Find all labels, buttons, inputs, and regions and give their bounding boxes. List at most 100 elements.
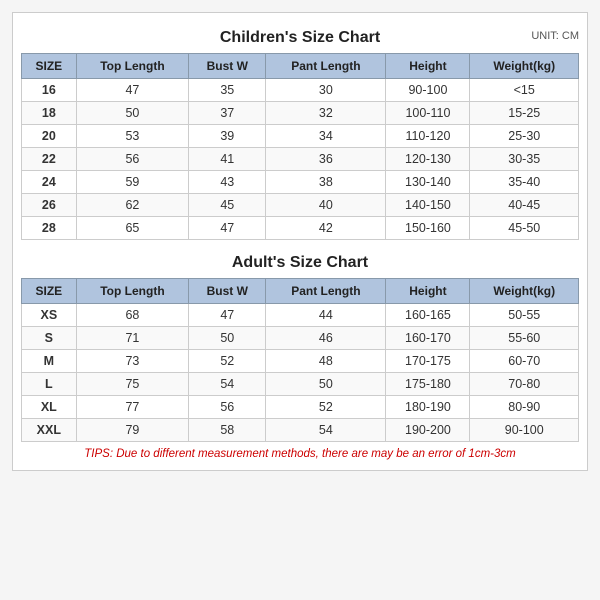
table-cell: 22 [22, 148, 77, 171]
adults-header-bust-w: Bust W [189, 279, 266, 304]
children-header-top-length: Top Length [76, 54, 189, 79]
adults-header-height: Height [386, 279, 470, 304]
table-cell: 110-120 [386, 125, 470, 148]
table-cell: 47 [189, 304, 266, 327]
adults-size-table: SIZE Top Length Bust W Pant Length Heigh… [21, 278, 579, 442]
table-cell: 41 [189, 148, 266, 171]
table-cell: 50 [189, 327, 266, 350]
table-row: XS684744160-16550-55 [22, 304, 579, 327]
table-cell: 150-160 [386, 217, 470, 240]
table-cell: 65 [76, 217, 189, 240]
adults-header-size: SIZE [22, 279, 77, 304]
table-cell: 40-45 [470, 194, 579, 217]
table-cell: 80-90 [470, 396, 579, 419]
table-cell: 60-70 [470, 350, 579, 373]
table-row: XL775652180-19080-90 [22, 396, 579, 419]
children-section-title: Children's Size Chart UNIT: CM [21, 23, 579, 49]
table-cell: XXL [22, 419, 77, 442]
table-cell: 40 [266, 194, 386, 217]
table-cell: <15 [470, 79, 579, 102]
table-cell: 16 [22, 79, 77, 102]
table-cell: 43 [189, 171, 266, 194]
table-cell: M [22, 350, 77, 373]
table-cell: 26 [22, 194, 77, 217]
table-cell: 170-175 [386, 350, 470, 373]
table-cell: 56 [76, 148, 189, 171]
table-cell: 70-80 [470, 373, 579, 396]
children-title-text: Children's Size Chart [220, 29, 380, 46]
table-cell: 30-35 [470, 148, 579, 171]
adults-header-top-length: Top Length [76, 279, 189, 304]
table-cell: 120-130 [386, 148, 470, 171]
chart-container: Children's Size Chart UNIT: CM SIZE Top … [12, 12, 588, 471]
table-cell: 15-25 [470, 102, 579, 125]
table-cell: 54 [266, 419, 386, 442]
table-cell: 79 [76, 419, 189, 442]
table-cell: 52 [266, 396, 386, 419]
table-cell: 24 [22, 171, 77, 194]
table-cell: 25-30 [470, 125, 579, 148]
table-row: 1647353090-100<15 [22, 79, 579, 102]
table-cell: 36 [266, 148, 386, 171]
table-cell: 160-165 [386, 304, 470, 327]
table-cell: 47 [189, 217, 266, 240]
table-cell: 90-100 [470, 419, 579, 442]
adults-title-text: Adult's Size Chart [232, 254, 368, 271]
table-cell: 77 [76, 396, 189, 419]
table-cell: L [22, 373, 77, 396]
table-cell: 75 [76, 373, 189, 396]
table-cell: 130-140 [386, 171, 470, 194]
table-cell: 45 [189, 194, 266, 217]
table-cell: 28 [22, 217, 77, 240]
adults-section-title: Adult's Size Chart [21, 248, 579, 274]
children-header-row: SIZE Top Length Bust W Pant Length Heigh… [22, 54, 579, 79]
table-row: L755450175-18070-80 [22, 373, 579, 396]
table-row: M735248170-17560-70 [22, 350, 579, 373]
table-cell: 90-100 [386, 79, 470, 102]
table-cell: 32 [266, 102, 386, 125]
adults-header-weight: Weight(kg) [470, 279, 579, 304]
children-header-weight: Weight(kg) [470, 54, 579, 79]
table-cell: 175-180 [386, 373, 470, 396]
table-cell: 53 [76, 125, 189, 148]
table-cell: 38 [266, 171, 386, 194]
table-cell: 34 [266, 125, 386, 148]
adults-header-row: SIZE Top Length Bust W Pant Length Heigh… [22, 279, 579, 304]
table-cell: 55-60 [470, 327, 579, 350]
table-cell: 35 [189, 79, 266, 102]
table-row: 26624540140-15040-45 [22, 194, 579, 217]
table-cell: 30 [266, 79, 386, 102]
table-cell: 50 [266, 373, 386, 396]
children-header-height: Height [386, 54, 470, 79]
table-row: XXL795854190-20090-100 [22, 419, 579, 442]
table-cell: 50 [76, 102, 189, 125]
table-cell: 140-150 [386, 194, 470, 217]
table-cell: 54 [189, 373, 266, 396]
table-row: 18503732100-11015-25 [22, 102, 579, 125]
children-header-bust-w: Bust W [189, 54, 266, 79]
table-cell: 62 [76, 194, 189, 217]
adults-header-pant-length: Pant Length [266, 279, 386, 304]
children-size-table: SIZE Top Length Bust W Pant Length Heigh… [21, 53, 579, 240]
table-cell: 35-40 [470, 171, 579, 194]
table-row: 24594338130-14035-40 [22, 171, 579, 194]
table-cell: 47 [76, 79, 189, 102]
table-cell: 52 [189, 350, 266, 373]
table-cell: 68 [76, 304, 189, 327]
children-unit-label: UNIT: CM [531, 30, 579, 42]
table-cell: 48 [266, 350, 386, 373]
table-cell: 71 [76, 327, 189, 350]
table-cell: 180-190 [386, 396, 470, 419]
table-cell: 44 [266, 304, 386, 327]
table-cell: S [22, 327, 77, 350]
table-cell: 56 [189, 396, 266, 419]
table-row: 20533934110-12025-30 [22, 125, 579, 148]
table-cell: 42 [266, 217, 386, 240]
table-row: S715046160-17055-60 [22, 327, 579, 350]
table-cell: 190-200 [386, 419, 470, 442]
children-header-size: SIZE [22, 54, 77, 79]
table-cell: 20 [22, 125, 77, 148]
table-cell: 46 [266, 327, 386, 350]
table-cell: 59 [76, 171, 189, 194]
table-cell: 160-170 [386, 327, 470, 350]
